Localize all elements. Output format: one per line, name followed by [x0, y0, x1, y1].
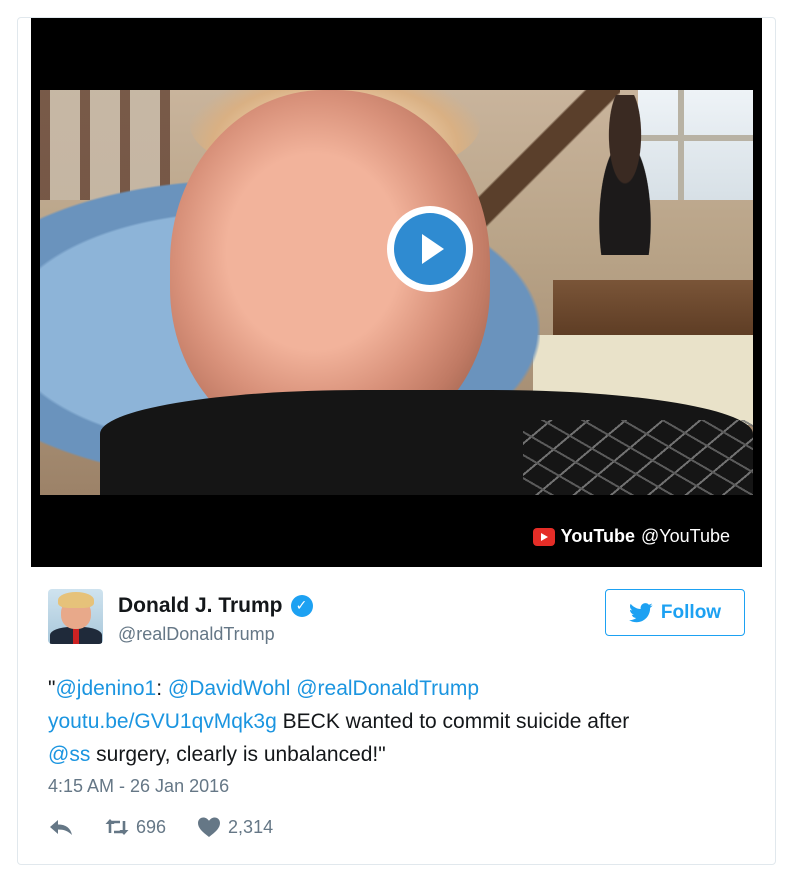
thumbnail-shirt-pattern	[523, 420, 753, 495]
mention-link[interactable]: @ss	[48, 743, 90, 766]
retweet-count: 696	[136, 816, 167, 837]
tweet-body-text: surgery, clearly is unbalanced!"	[96, 743, 386, 766]
youtube-brand: YouTube	[560, 526, 635, 546]
video-embed[interactable]: YouTube @YouTube	[31, 18, 762, 567]
heart-icon	[198, 817, 221, 837]
follow-button[interactable]: Follow	[605, 589, 745, 636]
youtube-icon	[532, 527, 555, 546]
author-handle[interactable]: @realDonaldTrump	[118, 624, 275, 645]
play-button[interactable]	[387, 206, 473, 292]
tweet-timestamp[interactable]: 4:15 AM - 26 Jan 2016	[48, 776, 229, 797]
thumbnail-desk	[553, 280, 753, 340]
verified-badge-icon: ✓	[290, 595, 313, 617]
tweet-body-text: BECK wanted to commit suicide after	[282, 710, 630, 733]
mention-link[interactable]: @DavidWohl	[168, 677, 290, 700]
reply-icon	[50, 820, 72, 835]
thumbnail-statue	[585, 95, 665, 255]
tweet-colon: :	[156, 677, 163, 700]
retweet-icon	[105, 819, 129, 835]
tweet-actions: 696 2,314	[48, 816, 273, 838]
mention-link[interactable]: @realDonaldTrump	[296, 677, 479, 700]
tweet-text: "@jdenino1: @DavidWohl @realDonaldTrump …	[48, 672, 748, 771]
url-link[interactable]: youtu.be/GVU1qvMqk3g	[48, 710, 277, 733]
play-icon[interactable]	[394, 213, 466, 285]
youtube-attribution[interactable]: YouTube @YouTube	[532, 526, 730, 547]
twitter-bird-icon	[628, 602, 653, 622]
retweet-button[interactable]: 696	[104, 816, 166, 838]
video-thumbnail[interactable]	[40, 90, 753, 495]
reply-button[interactable]	[48, 816, 74, 838]
youtube-handle[interactable]: @YouTube	[641, 526, 730, 547]
avatar[interactable]	[48, 589, 103, 644]
mention-link[interactable]: @jdenino1	[55, 677, 156, 700]
follow-label: Follow	[660, 601, 722, 623]
like-count: 2,314	[228, 816, 274, 837]
like-button[interactable]: 2,314	[196, 816, 273, 838]
author-name-row[interactable]: Donald J. Trump ✓	[118, 594, 313, 618]
author-name[interactable]: Donald J. Trump	[118, 594, 283, 618]
